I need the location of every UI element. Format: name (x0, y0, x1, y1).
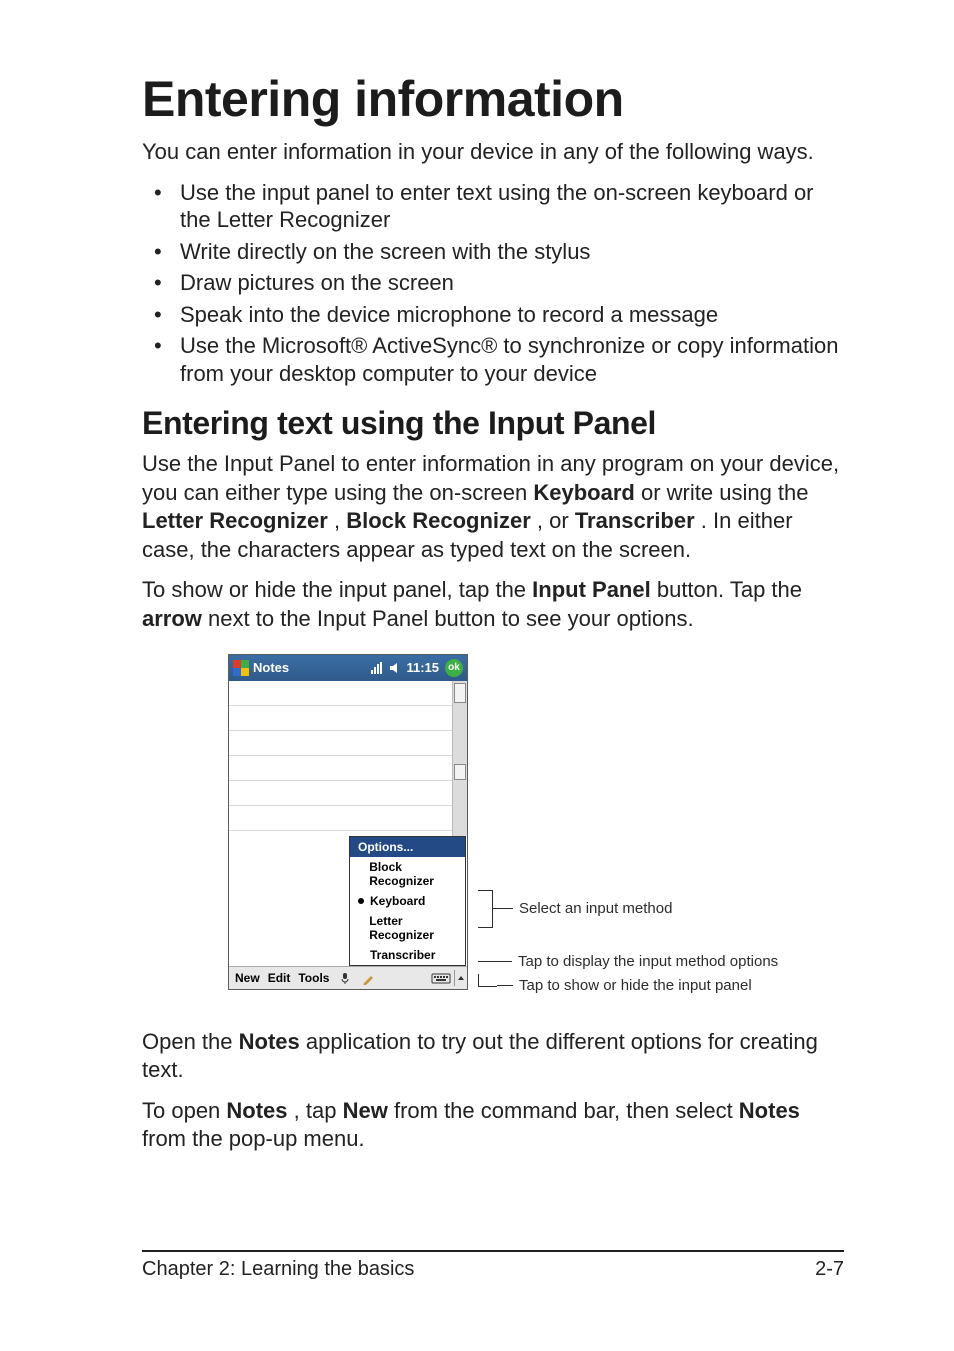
text-run: , (334, 508, 346, 533)
list-item: Draw pictures on the screen (142, 269, 844, 297)
body-paragraph: To open Notes , tap New from the command… (142, 1097, 844, 1154)
ok-button[interactable]: ok (445, 659, 463, 677)
page-title: Entering information (142, 70, 844, 128)
cmd-edit[interactable]: Edit (268, 971, 291, 985)
bullet-list: Use the input panel to enter text using … (142, 179, 844, 388)
bold-term-notes: Notes (739, 1098, 800, 1123)
scrollbar[interactable] (452, 681, 467, 836)
annotations: Select an input method Tap to display th… (478, 890, 778, 998)
text-run: from the pop-up menu. (142, 1126, 365, 1151)
footer-rule (142, 1250, 844, 1252)
menu-item-transcriber[interactable]: Transcriber (350, 945, 465, 965)
menu-item-label: Block Recognizer (369, 860, 457, 888)
list-item: Speak into the device microphone to reco… (142, 301, 844, 329)
text-run: button. Tap the (657, 577, 802, 602)
bold-term-block-recognizer: Block Recognizer (346, 508, 531, 533)
page-footer: Chapter 2: Learning the basics 2-7 (142, 1250, 844, 1281)
bold-term-keyboard: Keyboard (533, 480, 634, 505)
intro-text: You can enter information in your device… (142, 138, 844, 167)
section-heading: Entering text using the Input Panel (142, 405, 844, 442)
text-run: Open the (142, 1029, 239, 1054)
scroll-thumb-bottom[interactable] (454, 764, 466, 780)
body-paragraph: Open the Notes application to try out th… (142, 1028, 844, 1085)
pen-icon[interactable] (361, 970, 377, 986)
menu-item-letter-recognizer[interactable]: Letter Recognizer (350, 911, 465, 945)
speaker-icon (388, 661, 402, 675)
input-arrow-icon[interactable] (454, 970, 467, 986)
bold-term-transcriber: Transcriber (575, 508, 695, 533)
bold-term-notes: Notes (226, 1098, 287, 1123)
note-canvas[interactable] (229, 681, 467, 836)
list-item: Write directly on the screen with the st… (142, 238, 844, 266)
text-run: , or (537, 508, 575, 533)
footer-page-number: 2-7 (815, 1258, 844, 1281)
text-run: , tap (294, 1098, 343, 1123)
keyboard-icon[interactable] (430, 970, 452, 986)
annotation-select-method: Select an input method (519, 900, 672, 917)
text-run: To show or hide the input panel, tap the (142, 577, 532, 602)
bold-term-arrow: arrow (142, 606, 202, 631)
signal-icon (370, 661, 384, 675)
menu-item-label: Keyboard (370, 894, 425, 908)
menu-item-keyboard[interactable]: Keyboard (350, 891, 465, 911)
text-run: or write using the (641, 480, 809, 505)
cmd-new[interactable]: New (235, 971, 260, 985)
list-item: Use the Microsoft® ActiveSync® to synchr… (142, 332, 844, 387)
body-paragraph: Use the Input Panel to enter information… (142, 450, 844, 564)
menu-item-label: Transcriber (370, 948, 435, 962)
annotation-display-options: Tap to display the input method options (518, 953, 778, 970)
text-run: from the command bar, then select (394, 1098, 739, 1123)
input-method-menu: Options... Block Recognizer Keyboard Let… (349, 836, 466, 966)
footer-chapter: Chapter 2: Learning the basics (142, 1258, 414, 1281)
body-paragraph: To show or hide the input panel, tap the… (142, 576, 844, 633)
device-screenshot: Notes 11:15 ok Options... Block R (228, 654, 468, 990)
microphone-icon[interactable] (337, 970, 353, 986)
menu-item-block-recognizer[interactable]: Block Recognizer (350, 857, 465, 891)
clock-text: 11:15 (406, 660, 439, 675)
windows-start-icon[interactable] (233, 660, 249, 676)
list-item: Use the input panel to enter text using … (142, 179, 844, 234)
bold-term-new: New (343, 1098, 388, 1123)
menu-item-label: Letter Recognizer (369, 914, 457, 942)
cmd-tools[interactable]: Tools (298, 971, 329, 985)
annotation-show-hide: Tap to show or hide the input panel (519, 977, 752, 994)
command-bar: New Edit Tools (229, 966, 467, 989)
menu-header-options[interactable]: Options... (350, 837, 465, 857)
bold-term-notes: Notes (239, 1029, 300, 1054)
bold-term-letter-recognizer: Letter Recognizer (142, 508, 328, 533)
titlebar: Notes 11:15 ok (229, 655, 467, 681)
text-run: To open (142, 1098, 226, 1123)
app-title: Notes (253, 660, 289, 675)
scroll-thumb-top[interactable] (454, 683, 466, 703)
text-run: next to the Input Panel button to see yo… (208, 606, 694, 631)
bold-term-input-panel: Input Panel (532, 577, 651, 602)
